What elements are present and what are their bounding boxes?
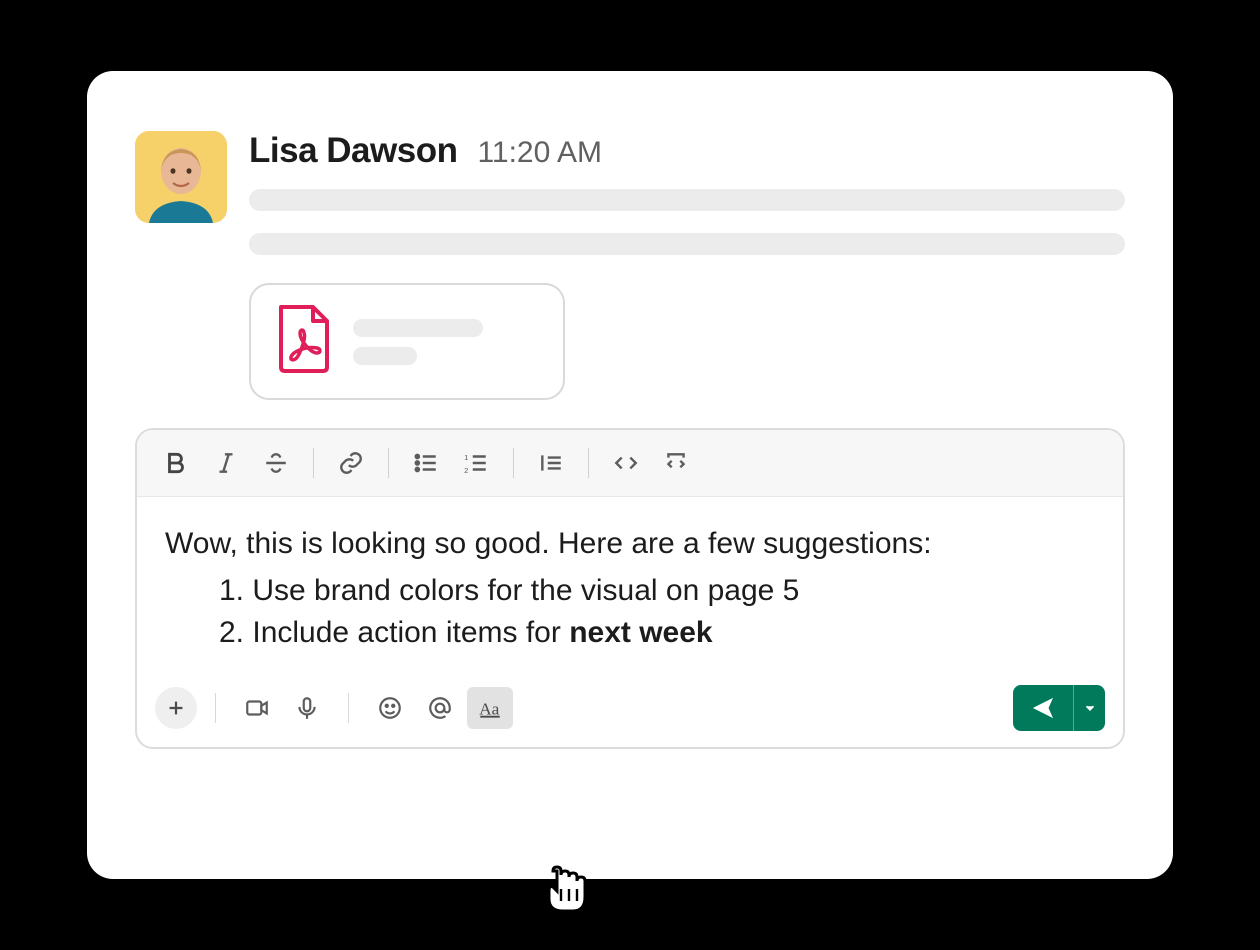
message-timestamp[interactable]: 11:20 AM bbox=[477, 136, 602, 170]
attach-button[interactable] bbox=[155, 687, 197, 729]
composer-list-item: Include action items for next week bbox=[213, 612, 1095, 655]
toolbar-separator bbox=[348, 693, 349, 723]
message-header: Lisa Dawson 11:20 AM bbox=[249, 131, 1125, 171]
code-button[interactable] bbox=[603, 442, 649, 484]
file-attachment[interactable] bbox=[249, 283, 565, 400]
code-block-button[interactable] bbox=[653, 442, 699, 484]
message-text-placeholder bbox=[249, 233, 1125, 255]
send-options-button[interactable] bbox=[1073, 685, 1105, 731]
composer-textarea[interactable]: Wow, this is looking so good. Here are a… bbox=[137, 497, 1123, 675]
message-text-placeholder bbox=[249, 189, 1125, 211]
composer-line: Wow, this is looking so good. Here are a… bbox=[165, 523, 1095, 566]
svg-text:1: 1 bbox=[464, 453, 468, 462]
format-toggle-button[interactable]: Aa bbox=[467, 687, 513, 729]
svg-text:2: 2 bbox=[464, 466, 468, 475]
strikethrough-button[interactable] bbox=[253, 442, 299, 484]
toolbar-separator bbox=[313, 448, 314, 478]
message-row: Lisa Dawson 11:20 AM bbox=[135, 131, 1125, 400]
message-card: Lisa Dawson 11:20 AM bbox=[87, 71, 1173, 879]
link-button[interactable] bbox=[328, 442, 374, 484]
sender-name[interactable]: Lisa Dawson bbox=[249, 131, 457, 171]
bold-button[interactable] bbox=[153, 442, 199, 484]
italic-button[interactable] bbox=[203, 442, 249, 484]
attachment-meta bbox=[353, 319, 483, 365]
ordered-list-button[interactable]: 12 bbox=[453, 442, 499, 484]
audio-clip-button[interactable] bbox=[284, 687, 330, 729]
avatar[interactable] bbox=[135, 131, 227, 223]
mention-button[interactable] bbox=[417, 687, 463, 729]
toolbar-separator bbox=[588, 448, 589, 478]
toolbar-separator bbox=[388, 448, 389, 478]
emoji-button[interactable] bbox=[367, 687, 413, 729]
blockquote-button[interactable] bbox=[528, 442, 574, 484]
pdf-file-icon bbox=[273, 303, 333, 380]
send-button[interactable] bbox=[1013, 685, 1073, 731]
formatting-toolbar: 12 bbox=[137, 430, 1123, 497]
toolbar-separator bbox=[513, 448, 514, 478]
message-composer: 12 Wow, this is looking so good. Here ar… bbox=[135, 428, 1125, 749]
send-button-group bbox=[1013, 685, 1105, 731]
message-body: Lisa Dawson 11:20 AM bbox=[249, 131, 1125, 400]
svg-text:Aa: Aa bbox=[479, 699, 500, 718]
video-clip-button[interactable] bbox=[234, 687, 280, 729]
toolbar-separator bbox=[215, 693, 216, 723]
bullet-list-button[interactable] bbox=[403, 442, 449, 484]
composer-list-item: Use brand colors for the visual on page … bbox=[213, 570, 1095, 613]
composer-action-bar: Aa bbox=[137, 675, 1123, 747]
